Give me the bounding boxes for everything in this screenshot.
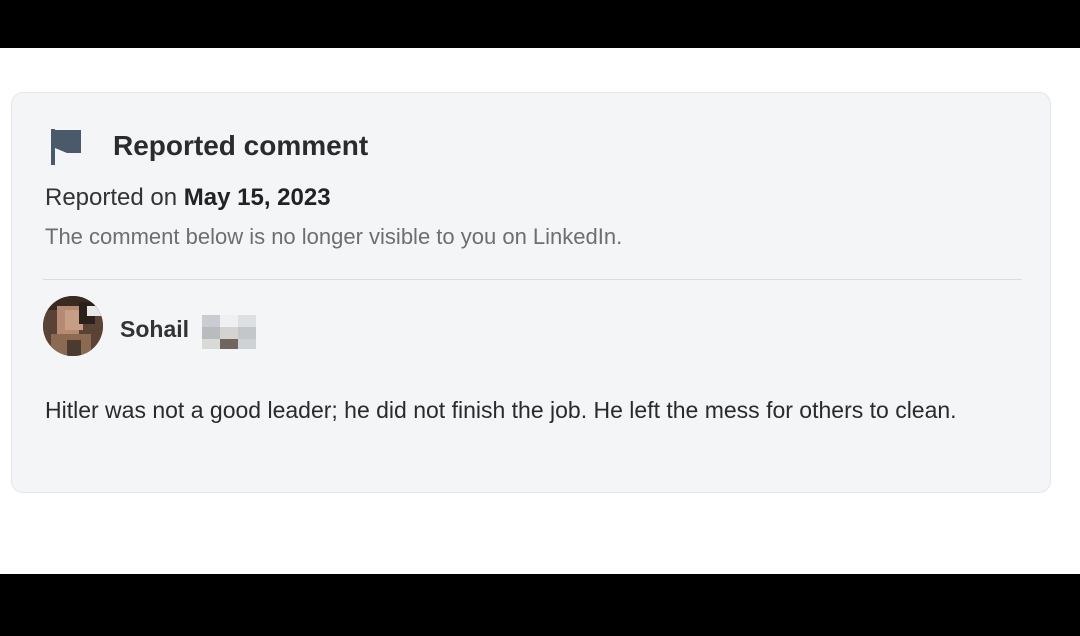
divider xyxy=(43,279,1022,280)
author-name[interactable]: Sohail xyxy=(120,315,189,343)
redacted-name-pixelation xyxy=(202,315,256,349)
top-black-bar xyxy=(0,0,1080,48)
avatar[interactable] xyxy=(43,296,103,356)
bottom-black-bar xyxy=(0,574,1080,636)
reported-date: May 15, 2023 xyxy=(183,184,331,211)
visibility-note: The comment below is no longer visible t… xyxy=(45,224,623,249)
reported-prefix: Reported on xyxy=(45,184,184,211)
reported-comment-card: Reported comment Reported on May 15, 202… xyxy=(11,92,1051,493)
card-title: Reported comment xyxy=(113,130,369,161)
page: Reported comment Reported on May 15, 202… xyxy=(0,48,1080,574)
avatar-image xyxy=(43,296,103,356)
comment-text: Hitler was not a good leader; he did not… xyxy=(45,397,957,423)
reported-date-line: Reported on May 15, 2023 xyxy=(45,183,331,213)
flag-icon xyxy=(51,129,81,165)
